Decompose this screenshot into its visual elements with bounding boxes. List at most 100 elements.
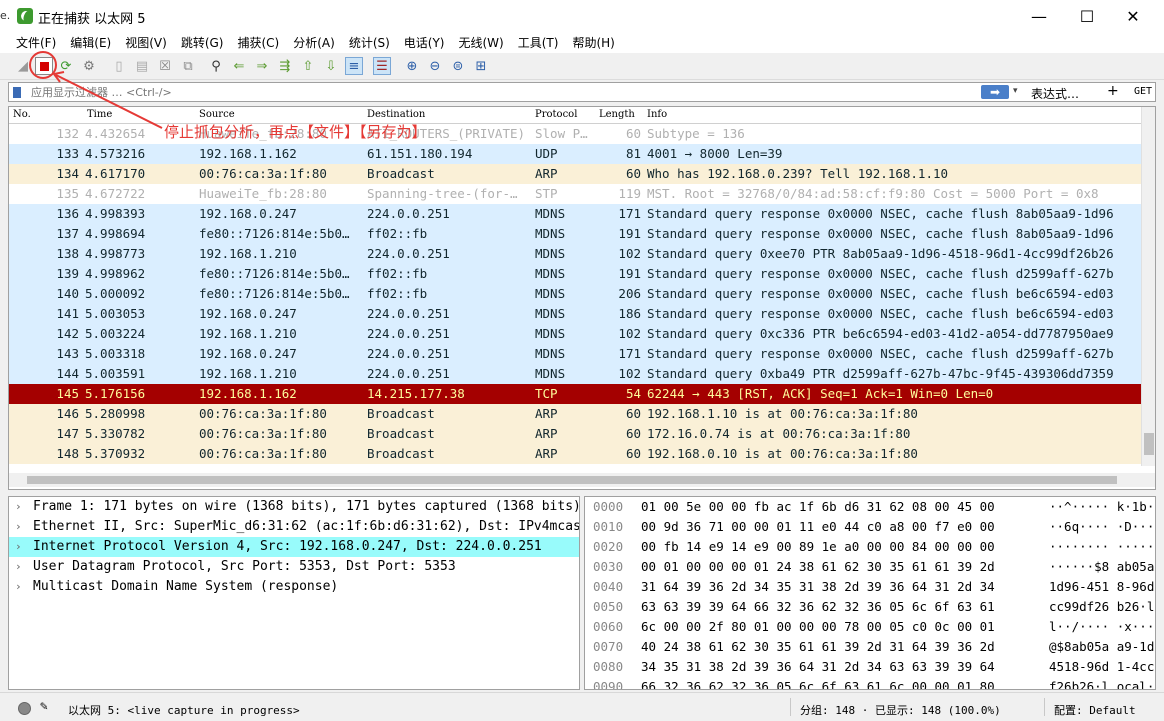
capture-comment-icon[interactable]: ✎ bbox=[40, 699, 48, 714]
hex-row[interactable]: 0060 6c 00 00 2f 80 01 00 00 00 78 00 05 … bbox=[585, 617, 1155, 637]
hex-bytes: 66 32 36 62 32 36 05 6c 6f 63 61 6c 00 0… bbox=[641, 679, 995, 690]
menu-item[interactable]: 统计(S) bbox=[349, 34, 390, 51]
packet-row[interactable]: 148 5.370932 00:76:ca:3a:1f:80 Broadcast ARP… bbox=[9, 444, 1141, 464]
packet-row[interactable]: 139 4.998962 fe80::7126:814e:5b0… ff02::fb M… bbox=[9, 264, 1141, 284]
expand-chevron-icon[interactable]: › bbox=[15, 537, 22, 557]
detail-tree-item[interactable]: › Frame 1: 171 bytes on wire (1368 bits),… bbox=[9, 497, 579, 517]
hex-row[interactable]: 0090 66 32 36 62 32 36 05 6c 6f 63 61 6c … bbox=[585, 677, 1155, 690]
packet-row[interactable]: 136 4.998393 192.168.0.247 224.0.0.251 MDNS 1… bbox=[9, 204, 1141, 224]
menu-item[interactable]: 工具(T) bbox=[518, 34, 559, 51]
expand-chevron-icon[interactable]: › bbox=[15, 557, 22, 577]
packet-row[interactable]: 146 5.280998 00:76:ca:3a:1f:80 Broadcast ARP… bbox=[9, 404, 1141, 424]
maximize-button[interactable]: ☐ bbox=[1064, 0, 1110, 32]
scroll-thumb[interactable] bbox=[27, 476, 1117, 484]
column-header-source[interactable]: Source bbox=[199, 109, 235, 120]
hex-row[interactable]: 0020 00 fb 14 e9 14 e9 00 89 1e a0 00 00 … bbox=[585, 537, 1155, 557]
packet-row[interactable]: 143 5.003318 192.168.0.247 224.0.0.251 MDNS 1… bbox=[9, 344, 1141, 364]
status-profile[interactable]: 配置: Default bbox=[1054, 702, 1136, 718]
menu-item[interactable]: 无线(W) bbox=[459, 34, 504, 51]
detail-tree-item[interactable]: › User Datagram Protocol, Src Port: 5353,… bbox=[9, 557, 579, 577]
menu-item[interactable]: 分析(A) bbox=[293, 34, 335, 51]
packet-row[interactable]: 147 5.330782 00:76:ca:3a:1f:80 Broadcast ARP… bbox=[9, 424, 1141, 444]
hex-row[interactable]: 0010 00 9d 36 71 00 00 01 11 e0 44 c0 a8 … bbox=[585, 517, 1155, 537]
menu-item[interactable]: 文件(F) bbox=[16, 34, 56, 51]
reload-file-icon[interactable]: ⧉ bbox=[179, 57, 197, 75]
detail-tree-item[interactable]: › Multicast Domain Name System (response) bbox=[9, 577, 579, 597]
menu-item[interactable]: 帮助(H) bbox=[572, 34, 614, 51]
packet-row[interactable]: 135 4.672722 HuaweiTe_fb:28:80 Spanning-tre… bbox=[9, 184, 1141, 204]
column-header-protocol[interactable]: Protocol bbox=[535, 109, 577, 120]
restart-capture-icon[interactable]: ⟳ bbox=[57, 57, 75, 75]
scroll-thumb[interactable] bbox=[1144, 433, 1154, 455]
add-filter-button[interactable]: + bbox=[1107, 83, 1119, 99]
column-header-destination[interactable]: Destination bbox=[367, 109, 425, 120]
menu-item[interactable]: 编辑(E) bbox=[70, 34, 111, 51]
close-button[interactable]: ✕ bbox=[1110, 0, 1156, 32]
display-filter-input[interactable] bbox=[31, 85, 981, 100]
packet-list-horizontal-scrollbar[interactable] bbox=[9, 473, 1155, 487]
packet-cell-no: 142 bbox=[56, 326, 79, 341]
column-header-info[interactable]: Info bbox=[647, 109, 667, 120]
go-to-packet-icon[interactable]: ⇶ bbox=[276, 57, 294, 75]
hex-row[interactable]: 0000 01 00 5e 00 00 fb ac 1f 6b d6 31 62 … bbox=[585, 497, 1155, 517]
minimize-button[interactable]: — bbox=[1016, 0, 1062, 32]
filter-history-dropdown[interactable]: ▾ bbox=[1013, 85, 1018, 96]
hex-row[interactable]: 0030 00 01 00 00 00 01 24 38 61 62 30 35 … bbox=[585, 557, 1155, 577]
hex-ascii: l··/···· ·x······ bbox=[1049, 619, 1155, 634]
capture-options-icon[interactable]: ⚙ bbox=[80, 57, 98, 75]
menu-item[interactable]: 视图(V) bbox=[125, 34, 167, 51]
column-header-time[interactable]: Time bbox=[87, 109, 112, 120]
packet-cell-no: 136 bbox=[56, 206, 79, 221]
menu-item[interactable]: 电话(Y) bbox=[404, 34, 445, 51]
packet-row[interactable]: 145 5.176156 192.168.1.162 14.215.177.38 TCP… bbox=[9, 384, 1141, 404]
packet-cell-dst: 224.0.0.251 bbox=[367, 206, 450, 221]
find-packet-icon[interactable]: ⚲ bbox=[207, 57, 225, 75]
hex-row[interactable]: 0070 40 24 38 61 62 30 35 61 61 39 2d 31 … bbox=[585, 637, 1155, 657]
go-forward-icon[interactable]: ⇒ bbox=[253, 57, 271, 75]
column-header-no[interactable]: No. bbox=[13, 109, 31, 120]
hex-row[interactable]: 0050 63 63 39 39 64 66 32 36 62 32 36 05 … bbox=[585, 597, 1155, 617]
close-file-icon[interactable]: ☒ bbox=[156, 57, 174, 75]
detail-tree-item[interactable]: › Ethernet II, Src: SuperMic_d6:31:62 (ac… bbox=[9, 517, 579, 537]
packet-row[interactable]: 140 5.000092 fe80::7126:814e:5b0… ff02::fb M… bbox=[9, 284, 1141, 304]
resize-columns-icon[interactable]: ⊞ bbox=[472, 57, 490, 75]
hex-row[interactable]: 0040 31 64 39 36 2d 34 35 31 38 2d 39 36 … bbox=[585, 577, 1155, 597]
packet-row[interactable]: 138 4.998773 192.168.1.210 224.0.0.251 MDNS 1… bbox=[9, 244, 1141, 264]
colorize-icon[interactable]: ☰ bbox=[373, 57, 391, 75]
open-file-icon[interactable]: ▯ bbox=[110, 57, 128, 75]
zoom-in-icon[interactable]: ⊕ bbox=[403, 57, 421, 75]
status-divider bbox=[1044, 698, 1045, 716]
go-back-icon[interactable]: ⇐ bbox=[230, 57, 248, 75]
menu-item[interactable]: 捕获(C) bbox=[237, 34, 279, 51]
expand-chevron-icon[interactable]: › bbox=[15, 577, 22, 597]
detail-tree-item[interactable]: › Internet Protocol Version 4, Src: 192.1… bbox=[9, 537, 579, 557]
expression-button[interactable]: 表达式… bbox=[1031, 85, 1079, 102]
hex-row[interactable]: 0080 34 35 31 38 2d 39 36 64 31 2d 34 63 … bbox=[585, 657, 1155, 677]
packet-row[interactable]: 142 5.003224 192.168.1.210 224.0.0.251 MDNS 1… bbox=[9, 324, 1141, 344]
packet-cell-time: 4.998393 bbox=[85, 206, 146, 221]
packet-cell-time: 4.573216 bbox=[85, 146, 146, 161]
bookmark-icon[interactable] bbox=[13, 87, 21, 98]
menu-item[interactable]: 跳转(G) bbox=[181, 34, 224, 51]
auto-scroll-icon[interactable]: ≡ bbox=[345, 57, 363, 75]
hex-off: 0060 bbox=[593, 619, 624, 634]
packet-row[interactable]: 133 4.573216 192.168.1.162 61.151.180.194 UD… bbox=[9, 144, 1141, 164]
filter-button-get[interactable]: GET bbox=[1134, 86, 1152, 97]
last-packet-icon[interactable]: ⇩ bbox=[322, 57, 340, 75]
normal-size-icon[interactable]: ⊜ bbox=[449, 57, 467, 75]
first-packet-icon[interactable]: ⇧ bbox=[299, 57, 317, 75]
expand-chevron-icon[interactable]: › bbox=[15, 497, 22, 517]
expert-info-icon[interactable] bbox=[18, 702, 31, 715]
save-file-icon[interactable]: ▤ bbox=[133, 57, 151, 75]
zoom-out-icon[interactable]: ⊖ bbox=[426, 57, 444, 75]
column-header-length[interactable]: Length bbox=[599, 109, 635, 120]
packet-row[interactable]: 141 5.003053 192.168.0.247 224.0.0.251 MDNS 1… bbox=[9, 304, 1141, 324]
hex-off: 0000 bbox=[593, 499, 624, 514]
packet-list-vertical-scrollbar[interactable] bbox=[1141, 107, 1155, 466]
packet-row[interactable]: 134 4.617170 00:76:ca:3a:1f:80 Broadcast ARP… bbox=[9, 164, 1141, 184]
packet-row[interactable]: 144 5.003591 192.168.1.210 224.0.0.251 MDNS 1… bbox=[9, 364, 1141, 384]
packet-row[interactable]: 137 4.998694 fe80::7126:814e:5b0… ff02::fb M… bbox=[9, 224, 1141, 244]
apply-filter-button[interactable]: ➡ bbox=[981, 85, 1009, 99]
packet-cell-proto: ARP bbox=[535, 426, 558, 441]
expand-chevron-icon[interactable]: › bbox=[15, 517, 22, 537]
